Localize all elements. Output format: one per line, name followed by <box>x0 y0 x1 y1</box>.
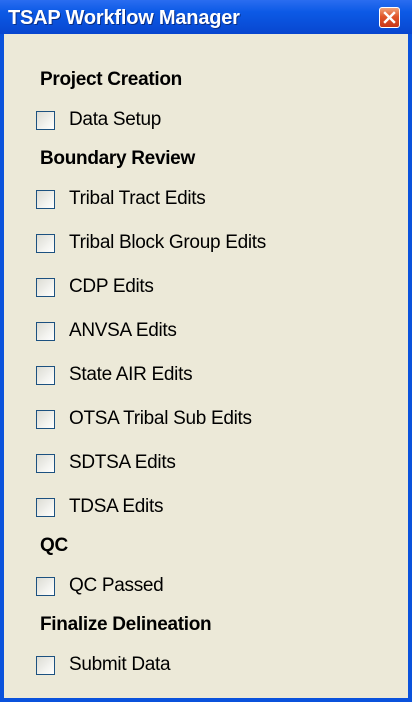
checkbox-label: Tribal Block Group Edits <box>69 232 266 253</box>
checkbox-label: TDSA Edits <box>69 496 164 517</box>
checkbox-item-sdtsa-edits[interactable]: SDTSA Edits <box>36 450 176 476</box>
checkbox-item-anvsa-edits[interactable]: ANVSA Edits <box>36 318 177 344</box>
checkbox-item-tribal-tract-edits[interactable]: Tribal Tract Edits <box>36 186 206 212</box>
checkbox[interactable] <box>36 365 55 385</box>
checkbox[interactable] <box>36 497 55 517</box>
checkbox-item-tdsa-edits[interactable]: TDSA Edits <box>36 494 163 520</box>
checkbox[interactable] <box>36 655 55 675</box>
title-bar[interactable]: TSAP Workflow Manager <box>0 0 412 34</box>
checkbox[interactable] <box>36 409 55 429</box>
checkbox-item-cdp-edits[interactable]: CDP Edits <box>36 274 154 300</box>
checkbox-label: SDTSA Edits <box>69 452 176 473</box>
checkbox[interactable] <box>36 321 55 341</box>
checkbox-label: ANVSA Edits <box>69 320 177 341</box>
checkbox-item-otsa-tribal-sub-edits[interactable]: OTSA Tribal Sub Edits <box>36 406 252 432</box>
checkbox-item-data-setup[interactable]: Data Setup <box>36 107 161 133</box>
close-button[interactable] <box>379 7 400 28</box>
checkbox-label: Submit Data <box>69 654 171 675</box>
checkbox-label: State AIR Edits <box>69 364 193 385</box>
checkbox-item-qc-passed[interactable]: QC Passed <box>36 573 164 599</box>
checkbox[interactable] <box>36 110 55 130</box>
checkbox-label: QC Passed <box>69 575 164 596</box>
workflow-panel: Project Creation Data Setup Boundary Rev… <box>4 34 408 698</box>
checkbox-label: Tribal Tract Edits <box>69 188 206 209</box>
section-title-qc: QC <box>40 535 68 556</box>
checkbox-item-submit-data[interactable]: Submit Data <box>36 652 171 678</box>
checkbox-label: CDP Edits <box>69 276 154 297</box>
section-title-boundary-review: Boundary Review <box>40 148 195 169</box>
checkbox-item-tribal-block-group-edits[interactable]: Tribal Block Group Edits <box>36 230 266 256</box>
checkbox[interactable] <box>36 277 55 297</box>
checkbox[interactable] <box>36 233 55 253</box>
checkbox[interactable] <box>36 453 55 473</box>
checkbox-label: OTSA Tribal Sub Edits <box>69 408 252 429</box>
section-title-finalize-delineation: Finalize Delineation <box>40 614 212 635</box>
checkbox[interactable] <box>36 189 55 209</box>
window-title: TSAP Workflow Manager <box>8 7 240 29</box>
workflow-manager-window: TSAP Workflow Manager Project Creation D… <box>0 0 412 702</box>
checkbox[interactable] <box>36 576 55 596</box>
checkbox-item-state-air-edits[interactable]: State AIR Edits <box>36 362 193 388</box>
close-icon <box>383 11 396 24</box>
checkbox-label: Data Setup <box>69 109 162 130</box>
section-title-project-creation: Project Creation <box>40 69 182 90</box>
